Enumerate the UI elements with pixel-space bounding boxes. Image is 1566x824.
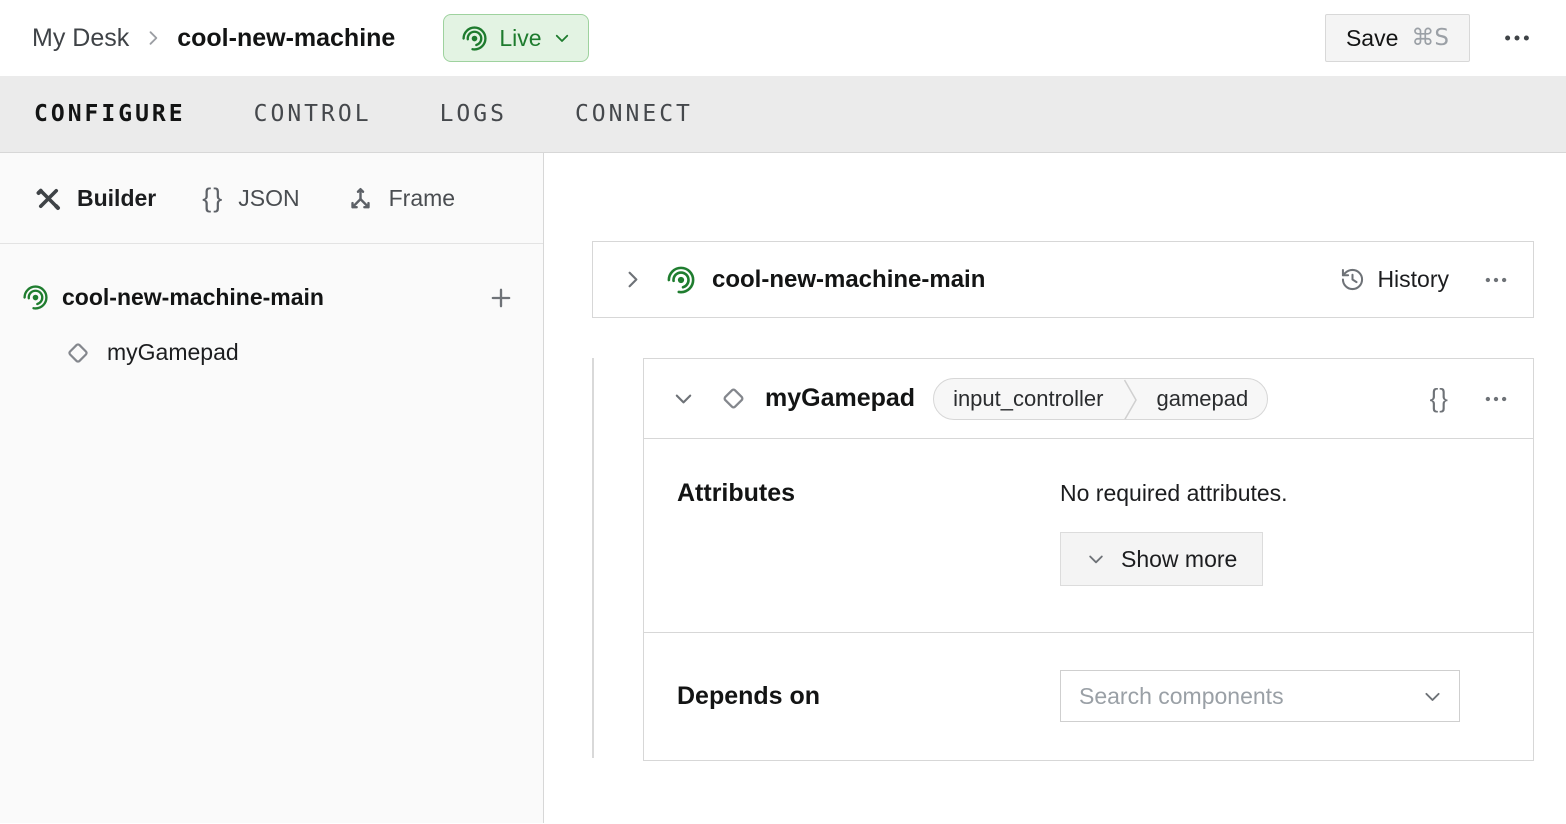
view-frame[interactable]: Frame	[346, 184, 455, 213]
tab-logs[interactable]: LOGS	[440, 101, 507, 127]
view-frame-label: Frame	[389, 185, 455, 212]
view-builder-label: Builder	[77, 185, 156, 212]
add-component-button[interactable]	[485, 282, 517, 314]
machine-part-card: cool-new-machine-main History	[592, 241, 1534, 318]
attributes-section: Attributes No required attributes. Show …	[644, 439, 1533, 632]
tree-item-component[interactable]: myGamepad	[22, 325, 517, 380]
machine-tab-bar: CONFIGURE CONTROL LOGS CONNECT	[0, 76, 1566, 153]
chevron-right-icon	[143, 28, 163, 48]
diamond-icon	[64, 339, 92, 367]
attributes-empty-text: No required attributes.	[1060, 480, 1511, 506]
component-type: input_controller	[934, 386, 1122, 412]
expand-part-button[interactable]	[621, 268, 644, 291]
status-label: Live	[499, 25, 541, 52]
view-switcher: Builder {} JSON Frame	[0, 153, 543, 244]
tab-configure[interactable]: CONFIGURE	[34, 101, 186, 127]
history-label: History	[1377, 266, 1449, 293]
view-json-label: JSON	[238, 185, 299, 212]
chevron-down-icon	[1086, 549, 1106, 569]
plus-icon	[487, 284, 515, 312]
tab-control[interactable]: CONTROL	[254, 101, 372, 127]
tree-item-label: myGamepad	[107, 339, 239, 366]
component-model: gamepad	[1138, 386, 1268, 412]
broadcast-icon	[461, 25, 488, 52]
machine-menu-button[interactable]	[1500, 21, 1534, 55]
save-shortcut: ⌘S	[1411, 25, 1449, 51]
history-button[interactable]: History	[1339, 266, 1449, 293]
curly-braces-icon: {}	[202, 185, 224, 212]
chevron-right-icon	[621, 268, 644, 291]
tree-connector-line	[592, 358, 594, 758]
attributes-content: No required attributes. Show more	[1060, 480, 1511, 586]
component-card-header: myGamepad input_controller gamepad {}	[644, 359, 1533, 439]
show-more-label: Show more	[1121, 546, 1237, 573]
broadcast-icon	[22, 284, 49, 311]
tree-item-machine-part[interactable]: cool-new-machine-main	[22, 270, 517, 325]
top-bar: My Desk cool-new-machine Live Save ⌘S	[0, 0, 1566, 76]
sidebar: Builder {} JSON Frame	[0, 153, 544, 823]
diamond-icon	[719, 384, 748, 413]
ellipsis-icon	[1483, 267, 1509, 293]
chevron-down-icon	[672, 387, 695, 410]
component-name: myGamepad	[765, 384, 915, 413]
tab-connect[interactable]: CONNECT	[575, 101, 693, 127]
topbar-actions: Save ⌘S	[1325, 14, 1534, 62]
depends-on-heading: Depends on	[677, 683, 1060, 709]
breadcrumb: My Desk cool-new-machine	[32, 24, 395, 53]
component-menu-button[interactable]	[1481, 384, 1511, 414]
save-button[interactable]: Save ⌘S	[1325, 14, 1470, 62]
component-type-chip: input_controller gamepad	[933, 378, 1268, 420]
chevron-down-icon	[553, 29, 571, 47]
crossed-tools-icon	[34, 184, 63, 213]
machine-status-dropdown[interactable]: Live	[443, 14, 588, 62]
edit-json-button[interactable]: {}	[1430, 383, 1449, 414]
show-more-button[interactable]: Show more	[1060, 532, 1263, 586]
chip-divider-chevron	[1123, 379, 1138, 419]
builder-canvas: cool-new-machine-main History	[544, 153, 1566, 823]
ellipsis-icon	[1483, 386, 1509, 412]
ellipsis-icon	[1502, 23, 1532, 53]
save-label: Save	[1346, 25, 1398, 52]
tree-item-label: cool-new-machine-main	[62, 284, 324, 311]
broadcast-icon	[666, 265, 696, 295]
depends-on-search-input[interactable]	[1079, 683, 1422, 710]
axes-icon	[346, 184, 375, 213]
component-card: myGamepad input_controller gamepad {} At…	[643, 358, 1534, 761]
breadcrumb-parent-link[interactable]: My Desk	[32, 24, 129, 53]
part-card-title: cool-new-machine-main	[712, 266, 985, 294]
machine-name: cool-new-machine	[177, 24, 395, 53]
chevron-down-icon	[1422, 686, 1443, 707]
view-json[interactable]: {} JSON	[202, 185, 299, 212]
depends-on-section: Depends on	[644, 632, 1533, 760]
history-icon	[1339, 266, 1366, 293]
collapse-component-button[interactable]	[672, 387, 695, 410]
view-builder[interactable]: Builder	[34, 184, 156, 213]
part-menu-button[interactable]	[1481, 265, 1511, 295]
attributes-heading: Attributes	[677, 480, 1060, 586]
configure-content: Builder {} JSON Frame	[0, 153, 1566, 823]
depends-on-select[interactable]	[1060, 670, 1460, 722]
component-tree: cool-new-machine-main myGamepad	[0, 244, 543, 380]
